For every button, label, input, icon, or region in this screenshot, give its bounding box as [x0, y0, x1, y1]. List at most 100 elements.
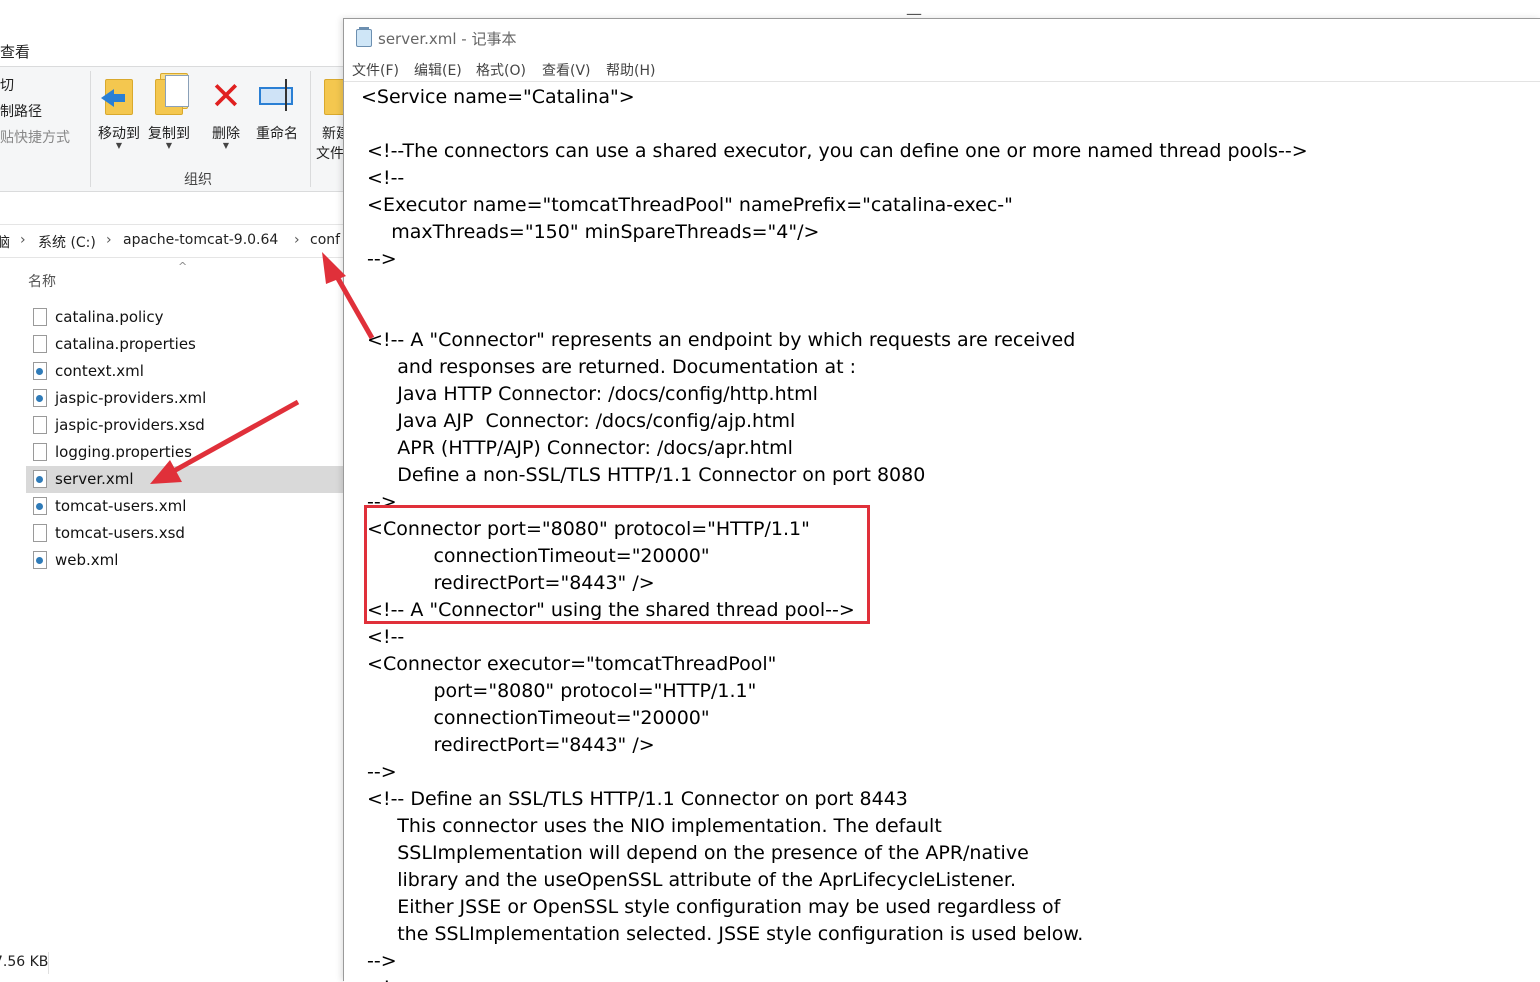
notepad-titlebar[interactable]: server.xml - 记事本	[344, 19, 1540, 57]
file-row[interactable]: tomcat-users.xml	[26, 493, 360, 520]
column-header-name[interactable]: 名称	[28, 271, 56, 291]
dropdown-caret-icon: ▼	[222, 141, 230, 150]
menu-help[interactable]: 帮助(H)	[606, 60, 655, 80]
menu-view[interactable]: 查看(V)	[542, 60, 591, 80]
code-line: and responses are returned. Documentatio…	[361, 356, 856, 378]
ribbon: 剪切 复制路径 粘贴快捷方式 移动到 ▼ 复制到 ▼ ✕ 删除 ▼	[0, 66, 360, 192]
chevron-right-icon: ›	[294, 232, 300, 248]
rename-label: 重命名	[256, 126, 298, 142]
paste-shortcut-label: 粘贴快捷方式	[0, 130, 70, 146]
delete-button[interactable]: ✕ 删除 ▼	[206, 73, 246, 150]
code-line: -->	[361, 248, 397, 270]
menu-bar: 文件(F) 编辑(E) 格式(O) 查看(V) 帮助(H)	[344, 57, 1540, 81]
code-line: <Executor name="tomcatThreadPool" namePr…	[361, 194, 1013, 216]
file-row[interactable]: catalina.policy	[26, 304, 360, 331]
file-row[interactable]: catalina.properties	[26, 331, 360, 358]
copy-to-label: 复制到	[148, 126, 190, 142]
ribbon-divider	[90, 71, 91, 187]
file-name: web.xml	[55, 551, 119, 569]
ribbon-tab-view[interactable]: 查看	[0, 41, 30, 62]
copy-path-label: 复制路径	[0, 104, 42, 120]
chevron-right-icon: ›	[106, 232, 112, 248]
dropdown-caret-icon: ▼	[115, 141, 123, 150]
file-name: tomcat-users.xml	[55, 497, 187, 515]
xml-file-icon	[33, 497, 47, 515]
menu-edit[interactable]: 编辑(E)	[414, 60, 462, 80]
code-line: <Connector executor="tomcatThreadPool"	[361, 653, 777, 675]
paste-shortcut-button[interactable]: 粘贴快捷方式	[0, 127, 70, 147]
code-line: port="8080" protocol="HTTP/1.1"	[361, 680, 757, 702]
code-line: library and the useOpenSSL attribute of …	[361, 869, 1016, 891]
move-to-button[interactable]: 移动到 ▼	[96, 73, 142, 150]
file-icon	[33, 443, 47, 461]
file-name: context.xml	[55, 362, 144, 380]
code-line: This connector uses the NIO implementati…	[361, 815, 942, 837]
breadcrumb-item-tomcat[interactable]: apache-tomcat-9.0.64	[123, 232, 278, 248]
highlight-rectangle	[364, 505, 870, 624]
file-name: server.xml	[55, 470, 134, 488]
code-line: <!--	[361, 975, 404, 982]
rename-icon	[257, 73, 297, 117]
breadcrumb-item-drive[interactable]: 系统 (C:)	[38, 232, 96, 252]
breadcrumb-item-pc[interactable]: 脑	[0, 232, 10, 252]
copy-to-button[interactable]: 复制到 ▼	[146, 73, 192, 150]
code-line: the SSLImplementation selected. JSSE sty…	[361, 923, 1084, 945]
xml-file-icon	[33, 362, 47, 380]
notepad-window: server.xml - 记事本 文件(F) 编辑(E) 格式(O) 查看(V)…	[343, 18, 1540, 982]
file-name: catalina.policy	[55, 308, 164, 326]
code-line: maxThreads="150" minSpareThreads="4"/>	[361, 221, 820, 243]
file-name: tomcat-users.xsd	[55, 524, 185, 542]
xml-file-icon	[33, 470, 47, 488]
code-line: APR (HTTP/AJP) Connector: /docs/apr.html	[361, 437, 793, 459]
file-name: catalina.properties	[55, 335, 196, 353]
file-row[interactable]: logging.properties	[26, 439, 360, 466]
move-to-label: 移动到	[98, 126, 140, 142]
delete-label: 删除	[212, 126, 240, 142]
rename-box-shape	[259, 87, 293, 105]
file-row[interactable]: jaspic-providers.xml	[26, 385, 360, 412]
delete-icon: ✕	[210, 74, 242, 118]
file-name: jaspic-providers.xsd	[55, 416, 205, 434]
file-row[interactable]: web.xml	[26, 547, 360, 574]
file-icon	[33, 335, 47, 353]
move-to-icon	[99, 73, 139, 117]
file-row[interactable]: jaspic-providers.xsd	[26, 412, 360, 439]
code-line: Java HTTP Connector: /docs/config/http.h…	[361, 383, 818, 405]
code-line: <!-- A "Connector" represents an endpoin…	[361, 329, 1076, 351]
code-line: Either JSSE or OpenSSL style configurati…	[361, 896, 1061, 918]
notepad-app-icon	[356, 27, 372, 47]
code-line: <!--The connectors can use a shared exec…	[361, 140, 1308, 162]
file-icon	[33, 524, 47, 542]
xml-file-icon	[33, 389, 47, 407]
address-bar[interactable]: 脑 › 系统 (C:) › apache-tomcat-9.0.64 › con…	[0, 224, 360, 258]
xml-file-icon	[33, 551, 47, 569]
file-explorer-window: — 查看 剪切 复制路径 粘贴快捷方式 移动到 ▼ 复制到 ▼ ✕	[0, 0, 922, 980]
rename-button[interactable]: 重命名	[254, 73, 300, 143]
code-line: <!--	[361, 626, 405, 648]
code-line: <!-- Define an SSL/TLS HTTP/1.1 Connecto…	[361, 788, 908, 810]
cut-label: 剪切	[0, 78, 14, 94]
file-icon	[33, 308, 47, 326]
cut-button[interactable]: 剪切	[0, 75, 14, 95]
text-cursor-shape	[285, 79, 287, 111]
sort-ascending-icon: ^	[178, 260, 188, 273]
status-divider	[48, 952, 49, 974]
code-line: <!--	[361, 167, 405, 189]
ribbon-divider	[310, 71, 311, 187]
menu-file[interactable]: 文件(F)	[352, 60, 399, 80]
copy-to-icon	[149, 73, 189, 117]
menu-format[interactable]: 格式(O)	[476, 60, 526, 80]
file-name: jaspic-providers.xml	[55, 389, 207, 407]
copy-path-button[interactable]: 复制路径	[0, 101, 42, 121]
ribbon-group-label: 组织	[184, 172, 212, 188]
file-row[interactable]: context.xml	[26, 358, 360, 385]
code-line: SSLImplementation will depend on the pre…	[361, 842, 1029, 864]
breadcrumb-item-conf[interactable]: conf	[310, 232, 340, 248]
file-row[interactable]: server.xml	[26, 466, 360, 493]
arrow-bar-shape	[113, 94, 125, 102]
code-line: connectionTimeout="20000"	[361, 707, 710, 729]
document-shape	[165, 75, 189, 107]
file-row[interactable]: tomcat-users.xsd	[26, 520, 360, 547]
code-line: redirectPort="8443" />	[361, 734, 655, 756]
status-file-size: 7.56 KB	[0, 954, 48, 970]
